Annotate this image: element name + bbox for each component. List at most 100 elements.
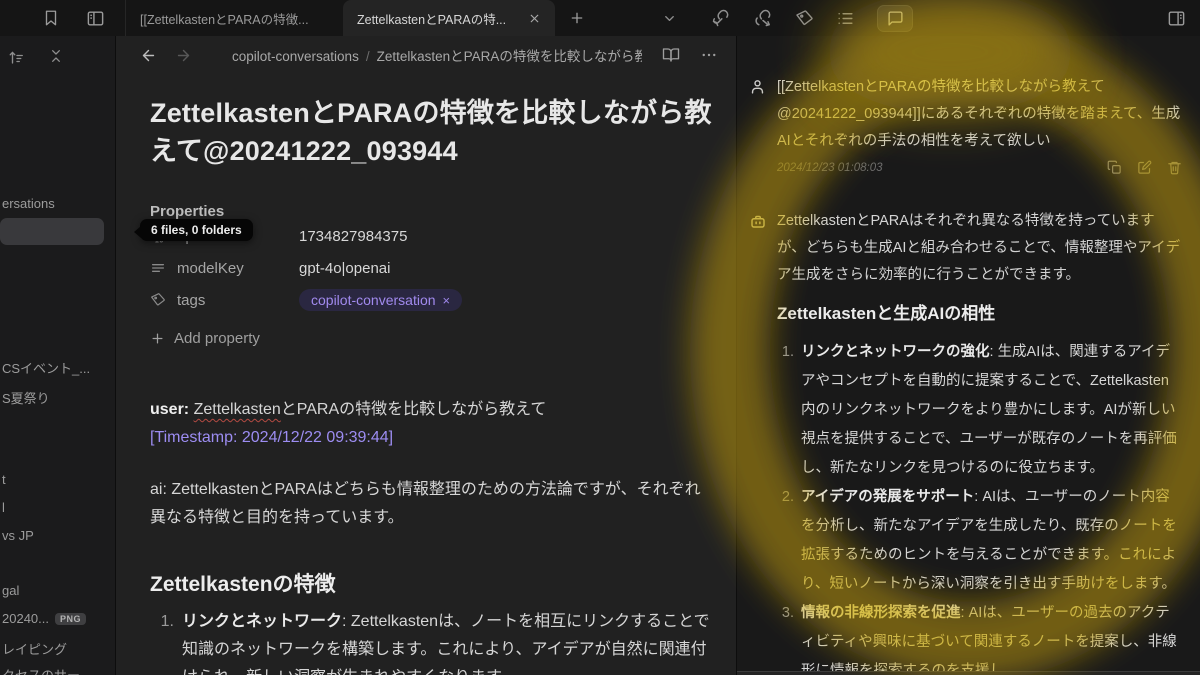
folder-tooltip: 6 files, 0 folders xyxy=(134,219,253,241)
right-sidebar-toggle-icon[interactable] xyxy=(1167,9,1186,28)
copilot-chat-button[interactable] xyxy=(877,4,913,32)
edit-icon[interactable] xyxy=(1137,160,1152,175)
misspelled-word: Zettelkasten xyxy=(193,401,281,418)
tab-inactive[interactable]: [[ZettelkastenとPARAの特徴... xyxy=(125,0,343,36)
tag-pill[interactable]: copilot-conversation × xyxy=(299,289,463,311)
file-item[interactable]: S夏祭り xyxy=(2,388,50,407)
user-paragraph: user: ZettelkastenとPARAの特徴を比較しながら教えて [Ti… xyxy=(150,396,712,452)
file-item[interactable]: 20240... PNG xyxy=(2,611,87,626)
png-file-badge: PNG xyxy=(55,613,87,625)
property-value[interactable]: 1734827984375 xyxy=(299,228,407,245)
back-arrow-icon[interactable] xyxy=(140,47,157,64)
user-icon xyxy=(749,74,777,175)
list-number: 3. xyxy=(781,605,794,621)
list-item-label: アイデアの発展をサポート xyxy=(801,489,975,505)
top-bar: [[ZettelkastenとPARAの特徴... ZettelkastenとP… xyxy=(0,0,1200,36)
list-item: 2. アイデアの発展をサポート: AIは、ユーザーのノート内容を分析し、新たなア… xyxy=(779,483,1182,599)
file-item[interactable]: l xyxy=(2,500,5,515)
file-item[interactable]: vs JP xyxy=(2,528,34,543)
breadcrumb-folder[interactable]: copilot-conversations xyxy=(232,49,359,64)
list-item-text: 生成AIは、関連するアイデアやコンセプトを自動的に提案することで、Zettelk… xyxy=(801,344,1177,476)
ai-paragraph: ai: ZettelkastenとPARAはどちらも情報整理のための方法論ですが… xyxy=(150,476,712,532)
bookmark-icon[interactable] xyxy=(42,9,60,27)
chat-input-top-edge xyxy=(737,671,1200,675)
tag-remove-icon[interactable]: × xyxy=(443,293,451,308)
delete-icon[interactable] xyxy=(1167,160,1182,175)
user-question-text: とPARAの特徴を比較しながら教えて xyxy=(280,401,547,418)
outline-list-icon[interactable] xyxy=(836,9,855,28)
file-item[interactable]: レイピング xyxy=(2,639,67,658)
file-explorer-sidebar: ersations CSイベント_... S夏祭り t l vs JP gal … xyxy=(0,36,116,675)
ai-message: ZettelkastenとPARAはそれぞれ異なる特徴を持っていますが、どちらも… xyxy=(749,208,1182,675)
section-heading: Zettelkastenの特徴 xyxy=(150,573,336,596)
ai-answer-text: ZettelkastenとPARAはどちらも情報整理のための方法論ですが、それぞ… xyxy=(150,481,701,526)
ai-intro-text: ZettelkastenとPARAはそれぞれ異なる特徴を持っていますが、どちらも… xyxy=(777,213,1181,283)
tags-icon[interactable] xyxy=(795,9,814,28)
list-number: 1. xyxy=(160,613,174,630)
list-item-separator: : xyxy=(989,344,998,360)
collapse-all-icon[interactable] xyxy=(48,48,64,66)
note-title: ZettelkastenとPARAの特徴を比較しながら教えて@20241222_… xyxy=(150,98,712,166)
user-prefix: user: xyxy=(150,401,190,418)
new-tab-button[interactable] xyxy=(555,0,599,36)
tab-label: [[ZettelkastenとPARAの特徴... xyxy=(140,12,309,27)
note-editor-pane: copilot-conversations / ZettelkastenとPARAの… xyxy=(116,36,737,675)
editor-content: ZettelkastenとPARAの特徴を比較しながら教えて@20241222_… xyxy=(116,74,736,675)
incoming-links-icon[interactable] xyxy=(711,8,731,28)
bot-icon xyxy=(749,208,777,675)
user-message: [[ZettelkastenとPARAの特徴を比較しながら教えて@2024122… xyxy=(749,74,1182,175)
chat-bubble-icon xyxy=(887,10,904,27)
reading-view-icon[interactable] xyxy=(662,46,680,64)
sort-order-icon[interactable] xyxy=(8,48,26,66)
property-key[interactable]: modelKey xyxy=(177,260,299,277)
obsidian-window: [[ZettelkastenとPARAの特徴... ZettelkastenとP… xyxy=(0,0,1200,675)
list-item-separator: : xyxy=(342,613,351,630)
list-number: 1. xyxy=(781,344,794,360)
tab-label: ZettelkastenとPARAの特... xyxy=(357,12,507,27)
editor-header: copilot-conversations / ZettelkastenとPARAの… xyxy=(116,36,736,74)
file-item[interactable]: CSイベント_... xyxy=(2,358,90,377)
ai-section-heading: Zettelkastenと生成AIの相性 xyxy=(777,304,996,323)
property-row-modelkey: modelKey gpt-4o|openai xyxy=(150,252,712,284)
outgoing-links-icon[interactable] xyxy=(753,8,773,28)
tab-close-icon[interactable] xyxy=(528,12,541,25)
list-item-separator: : xyxy=(960,605,969,621)
file-item[interactable]: クセスのサー xyxy=(2,665,80,675)
ai-prefix: ai: xyxy=(150,481,167,498)
breadcrumb[interactable]: copilot-conversations / ZettelkastenとPARAの… xyxy=(232,45,642,65)
file-item-label: 20240... xyxy=(2,611,49,626)
folder-label[interactable]: ersations xyxy=(2,196,55,211)
list-item-label: リンクとネットワークの強化 xyxy=(801,344,990,360)
selected-file-item[interactable] xyxy=(0,218,104,245)
tab-active[interactable]: ZettelkastenとPARAの特... xyxy=(343,0,555,36)
ai-ordered-list: 1. リンクとネットワークの強化: 生成AIは、関連するアイデアやコンセプトを自… xyxy=(777,338,1182,675)
properties-heading[interactable]: Properties xyxy=(150,203,712,220)
tag-icon xyxy=(150,292,168,308)
file-item[interactable]: t xyxy=(2,472,6,487)
copilot-chat-panel: [[ZettelkastenとPARAの特徴を比較しながら教えて@2024122… xyxy=(737,36,1200,675)
tab-bar: [[ZettelkastenとPARAの特徴... ZettelkastenとP… xyxy=(125,0,599,36)
list-item-label: 情報の非線形探索を促進 xyxy=(801,605,961,621)
more-options-icon[interactable] xyxy=(700,46,718,64)
timestamp-link[interactable]: [Timestamp: 2024/12/22 09:39:44] xyxy=(150,429,393,446)
list-number: 2. xyxy=(781,489,794,505)
ordered-list: 1. リンクとネットワーク: Zettelkastenは、ノートを相互にリンクす… xyxy=(150,608,712,675)
file-item[interactable]: gal xyxy=(2,583,19,598)
property-value[interactable]: gpt-4o|openai xyxy=(299,260,390,277)
copy-icon[interactable] xyxy=(1107,160,1122,175)
add-property-button[interactable]: Add property xyxy=(150,326,712,350)
forward-arrow-icon[interactable] xyxy=(175,47,192,64)
list-item-label: リンクとネットワーク xyxy=(182,613,343,630)
user-message-text: [[ZettelkastenとPARAの特徴を比較しながら教えて@2024122… xyxy=(777,74,1182,155)
tab-list-chevron-icon[interactable] xyxy=(662,0,711,36)
breadcrumb-separator: / xyxy=(365,49,370,64)
tag-label[interactable]: copilot-conversation xyxy=(311,292,436,308)
breadcrumb-page[interactable]: ZettelkastenとPARAの特徴を比較しながら教えて@20241222_… xyxy=(377,49,642,64)
list-item: 1. リンクとネットワーク: Zettelkastenは、ノートを相互にリンクす… xyxy=(156,608,712,675)
left-sidebar-toggle-icon[interactable] xyxy=(86,9,105,28)
add-property-label: Add property xyxy=(174,329,260,347)
property-key[interactable]: tags xyxy=(177,292,299,309)
list-item: 3. 情報の非線形探索を促進: AIは、ユーザーの過去のアクティビティや興味に基… xyxy=(779,599,1182,675)
property-row-tags: tags copilot-conversation × xyxy=(150,284,712,316)
list-item: 1. リンクとネットワークの強化: 生成AIは、関連するアイデアやコンセプトを自… xyxy=(779,338,1182,483)
